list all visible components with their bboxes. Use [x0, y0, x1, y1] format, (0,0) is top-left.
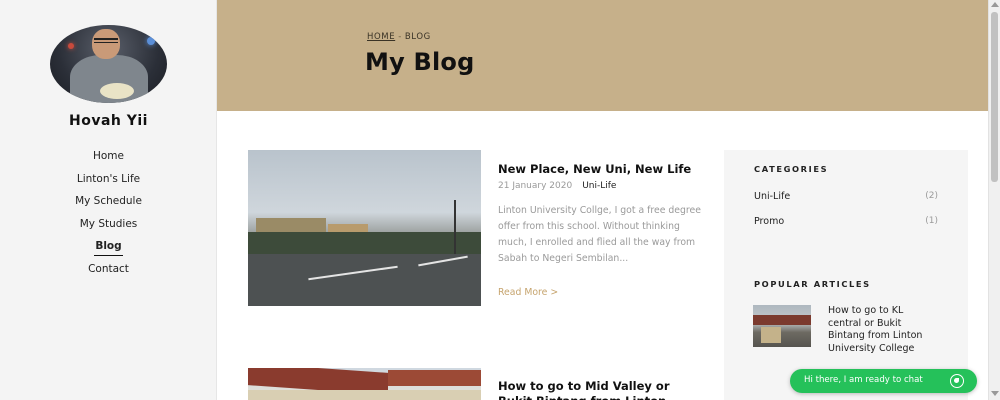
avatar[interactable]	[50, 25, 167, 103]
scroll-thumb[interactable]	[991, 12, 998, 182]
post-title[interactable]: How to go to Mid Valley or Bukit Bintang…	[498, 379, 688, 400]
category-count: (2)	[925, 191, 938, 201]
breadcrumb-current: BLOG	[404, 32, 431, 42]
popular-article-title[interactable]: How to go to KL central or Bukit Bintang…	[828, 305, 928, 355]
post-title[interactable]: New Place, New Uni, New Life	[498, 162, 691, 177]
nav-item-contact[interactable]: Contact	[0, 261, 217, 284]
whatsapp-icon	[950, 374, 964, 388]
popular-articles-heading: POPULAR ARTICLES	[754, 279, 871, 289]
blog-sidebar-widgets: CATEGORIES Uni-Life (2) Promo (1) POPULA…	[724, 150, 968, 400]
chat-button[interactable]: Hi there, I am ready to chat	[790, 369, 977, 393]
category-count: (1)	[925, 216, 938, 226]
categories-heading: CATEGORIES	[754, 164, 829, 174]
sidebar: Hovah Yii Home Linton's Life My Schedule…	[0, 0, 217, 400]
nav-item-lintons-life[interactable]: Linton's Life	[0, 171, 217, 194]
post-date: 21 January 2020	[498, 181, 573, 191]
chat-label: Hi there, I am ready to chat	[804, 375, 923, 385]
page-title: My Blog	[365, 48, 475, 76]
read-more-link[interactable]: Read More >	[498, 287, 558, 298]
breadcrumb: HOME - BLOG	[367, 32, 431, 42]
breadcrumb-home[interactable]: HOME	[367, 32, 395, 42]
category-item[interactable]: Uni-Life (2)	[754, 191, 938, 202]
post-excerpt: Linton University Collge, I got a free d…	[498, 205, 701, 264]
page-header: HOME - BLOG My Blog	[217, 0, 988, 111]
nav-item-my-schedule[interactable]: My Schedule	[0, 193, 217, 216]
page-scrollbar[interactable]	[988, 0, 1000, 400]
post-category[interactable]: Uni-Life	[582, 181, 616, 191]
popular-article-thumbnail[interactable]	[753, 305, 811, 347]
post-thumbnail[interactable]	[248, 368, 481, 400]
nav-item-my-studies[interactable]: My Studies	[0, 216, 217, 239]
nav-item-home[interactable]: Home	[0, 148, 217, 171]
scroll-up-arrow-icon[interactable]	[991, 2, 999, 7]
post-meta: 21 January 2020 Uni-Life	[498, 181, 616, 191]
scroll-down-arrow-icon[interactable]	[991, 391, 999, 396]
post-thumbnail[interactable]	[248, 150, 481, 306]
category-item[interactable]: Promo (1)	[754, 216, 938, 227]
nav-item-blog[interactable]: Blog	[0, 238, 217, 261]
main-nav: Home Linton's Life My Schedule My Studie…	[0, 148, 217, 284]
profile-name: Hovah Yii	[69, 113, 148, 129]
